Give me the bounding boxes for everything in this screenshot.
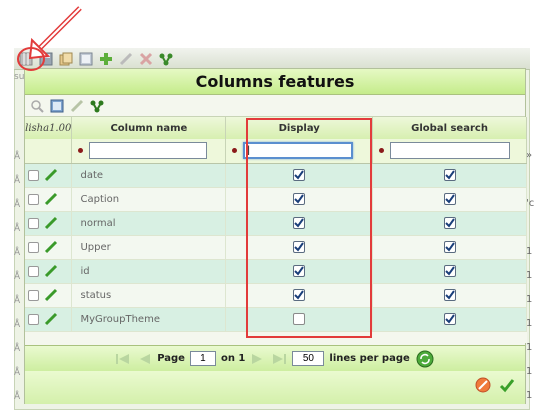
display-column-highlight [246, 118, 372, 338]
row-select-checkbox[interactable] [28, 217, 39, 229]
confirm-icon[interactable] [499, 377, 515, 393]
lines-per-page-input[interactable] [292, 351, 325, 366]
page-number-input[interactable] [189, 351, 216, 366]
dialog-title: Columns features [25, 69, 525, 95]
tree-icon[interactable] [89, 98, 105, 114]
column-name-cell: Caption [71, 187, 227, 212]
pencil-icon[interactable] [43, 167, 59, 183]
page-total-label: on 1 [220, 353, 246, 364]
column-name-cell: status [71, 283, 227, 308]
column-name-header[interactable]: Column name [71, 117, 227, 139]
copy-icon[interactable] [58, 51, 74, 67]
refresh-icon[interactable] [415, 349, 435, 369]
pencil-icon[interactable] [43, 263, 59, 279]
column-name-filter-input[interactable] [89, 142, 208, 160]
column-name-cell: date [71, 163, 227, 188]
last-page-icon[interactable] [271, 351, 287, 367]
pencil-icon[interactable] [43, 191, 59, 207]
delete-icon[interactable] [138, 51, 154, 67]
pager-bar: Page on 1 lines per page [25, 345, 525, 371]
row-select-checkbox[interactable] [28, 313, 39, 325]
filter-operator-icon[interactable] [232, 148, 238, 154]
global-search-filter-input[interactable] [390, 142, 511, 160]
row-select-checkbox[interactable] [28, 241, 39, 253]
global-search-checkbox[interactable] [443, 241, 456, 253]
dialog-footer [25, 371, 525, 404]
row-select-checkbox[interactable] [28, 193, 39, 205]
global-search-checkbox[interactable] [443, 313, 456, 325]
column-name-cell: normal [71, 211, 227, 236]
column-name-cell: MyGroupTheme [71, 307, 227, 332]
global-search-checkbox[interactable] [443, 217, 456, 229]
row-select-checkbox[interactable] [28, 265, 39, 277]
filter-operator-icon[interactable] [78, 148, 84, 154]
row-header-label: lisha1.00 [25, 117, 73, 139]
filter-empty-cell [25, 139, 73, 164]
global-search-header[interactable]: Global search [372, 117, 527, 139]
columns-icon[interactable] [18, 51, 34, 67]
global-search-checkbox[interactable] [443, 289, 456, 301]
pencil-icon[interactable] [43, 311, 59, 327]
column-name-cell: id [71, 259, 227, 284]
global-search-checkbox[interactable] [443, 169, 456, 181]
filter-operator-icon[interactable] [379, 148, 385, 154]
background-right-edge: » 'c 1 1 1 1 1 1 1 [526, 150, 535, 401]
magnifier-icon[interactable] [29, 98, 45, 114]
global-search-checkbox[interactable] [443, 265, 456, 277]
page-label: Page [157, 353, 185, 364]
dialog-toolbar [25, 95, 525, 117]
pencil-icon[interactable] [43, 215, 59, 231]
edit-icon[interactable] [118, 51, 134, 67]
first-page-icon[interactable] [115, 351, 131, 367]
row-select-checkbox[interactable] [28, 169, 39, 181]
row-select-checkbox[interactable] [28, 289, 39, 301]
grid-icon[interactable] [49, 98, 65, 114]
grid-icon[interactable] [78, 51, 94, 67]
tree-icon[interactable] [158, 51, 174, 67]
add-icon[interactable] [98, 51, 114, 67]
main-toolbar [14, 48, 530, 70]
pencil-icon[interactable] [43, 239, 59, 255]
global-search-checkbox[interactable] [443, 193, 456, 205]
lines-per-page-label: lines per page [329, 353, 410, 364]
next-page-icon[interactable] [250, 351, 266, 367]
pencil-icon[interactable] [43, 287, 59, 303]
column-name-cell: Upper [71, 235, 227, 260]
previous-page-icon[interactable] [136, 351, 152, 367]
save-icon[interactable] [38, 51, 54, 67]
background-left-edge: su Å Å Å Å Å Å Å Å Å Å Å [14, 72, 25, 402]
pencil-icon[interactable] [69, 98, 85, 114]
cancel-icon[interactable] [475, 377, 491, 393]
